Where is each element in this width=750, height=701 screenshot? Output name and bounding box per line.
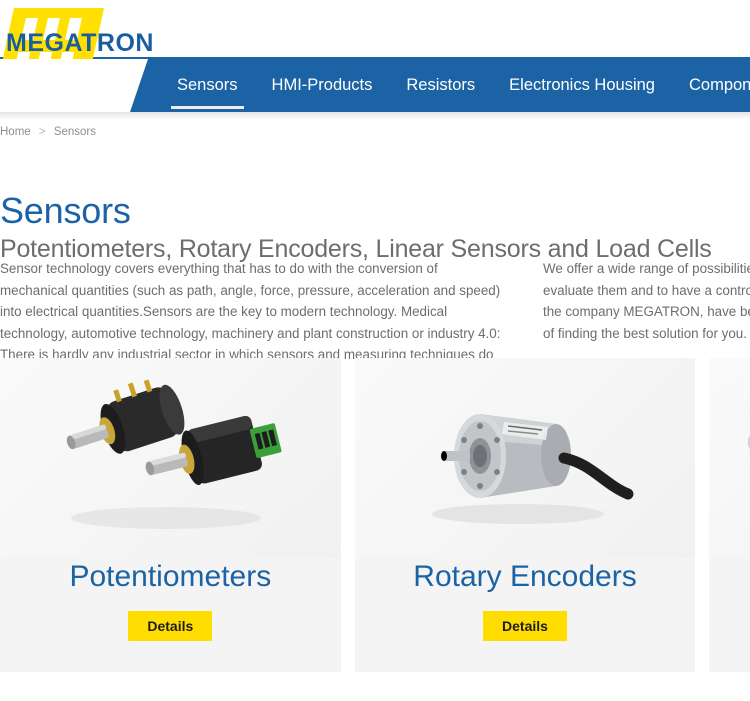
nav-item-resistors[interactable]: Resistors	[389, 59, 492, 112]
product-category-cards: Potentiometers Details Rotary Encoders D…	[0, 358, 750, 672]
page-title: Sensors	[0, 190, 131, 232]
details-button-rotary-encoders[interactable]: Details	[483, 611, 567, 641]
nav-label: Components	[688, 76, 750, 94]
breadcrumb-item-sensors[interactable]: Sensors	[54, 126, 96, 138]
logo-wordmark: MEGATRON	[6, 29, 154, 57]
card-potentiometers[interactable]: Potentiometers Details	[0, 358, 341, 672]
linear-sensor-product-image	[709, 358, 750, 558]
nav-item-components[interactable]: Components	[672, 59, 750, 112]
nav-dropshadow	[0, 112, 750, 120]
nav-item-electronics-housing[interactable]: Electronics Housing	[492, 59, 672, 112]
card-title: Linear Sensors	[709, 560, 750, 594]
breadcrumb: Home > Sensors	[0, 126, 96, 138]
primary-navigation-row: Sensors HMI-Products Resistors Electroni…	[0, 59, 750, 120]
nav-label: Resistors	[406, 76, 476, 94]
breadcrumb-separator: >	[38, 126, 46, 138]
page-viewport: MEGATRON ...for your Design f Sensors HM…	[0, 0, 750, 701]
nav-label: Electronics Housing	[509, 76, 655, 94]
nav-item-hmi-products[interactable]: HMI-Products	[255, 59, 390, 112]
card-linear-sensors[interactable]: Linear Sensors Details	[709, 358, 750, 672]
primary-navigation: Sensors HMI-Products Resistors Electroni…	[130, 59, 750, 112]
card-title: Rotary Encoders	[413, 560, 637, 593]
nav-label: HMI-Products	[271, 76, 373, 94]
site-header: MEGATRON ...for your Design f	[0, 0, 750, 90]
potentiometer-product-image	[0, 358, 341, 558]
details-button-potentiometers[interactable]: Details	[128, 611, 213, 641]
nav-item-sensors[interactable]: Sensors	[160, 59, 255, 112]
card-rotary-encoders[interactable]: Rotary Encoders Details	[354, 358, 696, 672]
nav-label: Sensors	[177, 76, 238, 94]
card-title: Potentiometers	[69, 560, 272, 593]
rotary-encoder-product-image	[354, 358, 696, 558]
breadcrumb-item-home[interactable]: Home	[0, 126, 31, 138]
